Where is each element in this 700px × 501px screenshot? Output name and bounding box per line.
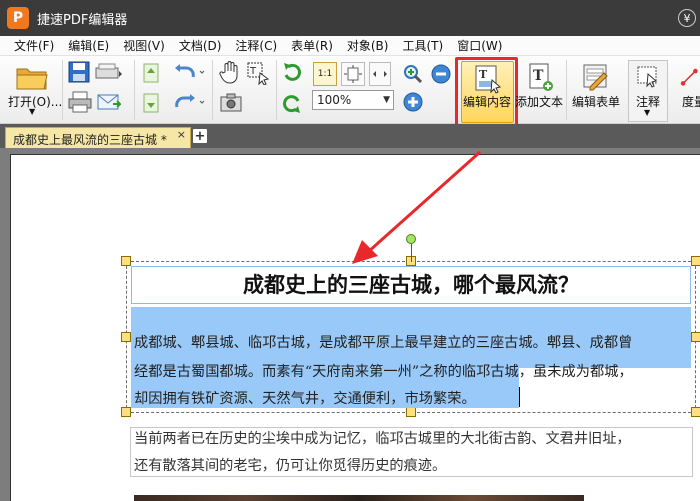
zoom-in-magnifier-icon[interactable] [401, 62, 425, 86]
document-heading[interactable]: 成都史上的三座古城，哪个最风流？ [131, 266, 691, 304]
open-folder-icon[interactable] [14, 62, 50, 92]
resize-handle[interactable] [406, 407, 416, 417]
toolbar-separator [134, 60, 135, 120]
svg-text:T: T [533, 68, 544, 84]
text-cursor [519, 387, 520, 407]
resize-handle[interactable] [691, 332, 700, 342]
fit-page-icon[interactable] [341, 62, 365, 86]
title-bar: P 捷速PDF编辑器 ¥ [0, 0, 700, 36]
resize-handle[interactable] [121, 407, 131, 417]
app-title: 捷速PDF编辑器 [37, 12, 128, 28]
highlight-box [455, 57, 518, 127]
annotate-dropdown-icon[interactable]: ▼ [644, 108, 650, 117]
annotate-icon [634, 63, 662, 91]
zoom-in-icon[interactable] [401, 90, 425, 114]
edit-form-icon[interactable] [581, 62, 611, 92]
edit-form-button[interactable]: 编辑表单 [572, 93, 620, 110]
svg-text:T: T [249, 66, 257, 77]
menu-edit[interactable]: 编辑(E) [61, 37, 116, 54]
menu-document[interactable]: 文档(D) [172, 37, 229, 54]
page-down-icon[interactable] [140, 92, 162, 114]
save-icon[interactable] [67, 60, 91, 84]
actual-size-button[interactable]: 1:1 [313, 62, 337, 86]
select-text-icon[interactable]: T [245, 60, 271, 86]
toolbar-separator [566, 60, 567, 120]
paragraph-line[interactable]: 成都城、郫县城、临邛古城，是成都平原上最早建立的三座古城。郫县、成都曾 [134, 332, 632, 352]
menu-view[interactable]: 视图(V) [116, 37, 172, 54]
close-icon[interactable]: × [177, 128, 186, 141]
tab-label: 成都史上最风流的三座古城 * [13, 133, 167, 147]
resize-handle[interactable] [691, 407, 700, 417]
zoom-select[interactable]: 100% ▼ [312, 90, 394, 110]
hand-tool-icon[interactable] [218, 60, 242, 86]
rotate-clockwise-icon[interactable] [280, 61, 304, 85]
toolbar-separator [62, 60, 63, 120]
zoom-value: 100% [317, 93, 352, 107]
menu-file[interactable]: 文件(F) [0, 37, 61, 54]
rotate-handle-stem [411, 244, 412, 262]
resize-handle[interactable] [121, 332, 131, 342]
menu-tools[interactable]: 工具(T) [395, 37, 450, 54]
snapshot-icon[interactable] [218, 92, 244, 114]
toolbar-separator [276, 60, 277, 120]
menu-form[interactable]: 表单(R) [284, 37, 340, 54]
page-image[interactable] [134, 495, 584, 501]
rotate-handle[interactable] [406, 234, 416, 244]
open-dropdown-icon[interactable]: ▼ [29, 107, 35, 116]
fit-width-icon[interactable] [369, 62, 391, 86]
print-icon[interactable] [67, 90, 93, 114]
paragraph-line[interactable]: 却因拥有铁矿资源、天然气井，交通便利，市场繁荣。 [134, 388, 476, 408]
zoom-out-icon[interactable] [429, 62, 453, 86]
measure-icon[interactable] [680, 64, 700, 92]
new-tab-button[interactable]: + [193, 129, 207, 144]
rotate-counterclockwise-icon[interactable] [280, 91, 304, 115]
resize-handle[interactable] [121, 256, 131, 266]
add-text-icon[interactable]: T [527, 62, 555, 92]
scan-icon[interactable] [94, 61, 124, 83]
paragraph-line[interactable]: 当前两者已在历史的尘埃中成为记忆，临邛古城里的大北街古韵、文君井旧址， [134, 428, 631, 448]
menu-window[interactable]: 窗口(W) [450, 37, 509, 54]
measure-button[interactable]: 度量 [682, 93, 700, 110]
actual-size-label: 1:1 [317, 69, 333, 79]
paragraph-line[interactable]: 还有散落其间的老宅，仍可让你觅得历史的痕迹。 [134, 455, 446, 475]
paragraph-line[interactable]: 经都是古蜀国都城。而素有“天府南来第一州”之称的临邛古城，虽未成为都城， [134, 361, 633, 381]
app-logo-icon: P [7, 7, 29, 29]
menu-comment[interactable]: 注释(C) [228, 37, 284, 54]
tab-document[interactable]: 成都史上最风流的三座古城 * × [5, 127, 191, 148]
tab-bar: 成都史上最风流的三座古城 * × + [0, 124, 700, 148]
menu-bar: 文件(F) 编辑(E) 视图(V) 文档(D) 注释(C) 表单(R) 对象(B… [0, 36, 700, 56]
toolbar-separator [212, 60, 213, 120]
undo-icon[interactable] [172, 62, 206, 84]
purchase-button[interactable]: ¥ [678, 9, 696, 27]
menu-object[interactable]: 对象(B) [340, 37, 396, 54]
redo-icon[interactable] [172, 92, 206, 114]
page-up-icon[interactable] [140, 62, 162, 84]
chevron-down-icon[interactable]: ▼ [383, 95, 390, 105]
email-icon[interactable] [96, 90, 122, 114]
resize-handle[interactable] [691, 256, 700, 266]
add-text-button[interactable]: 添加文本 [515, 93, 563, 110]
